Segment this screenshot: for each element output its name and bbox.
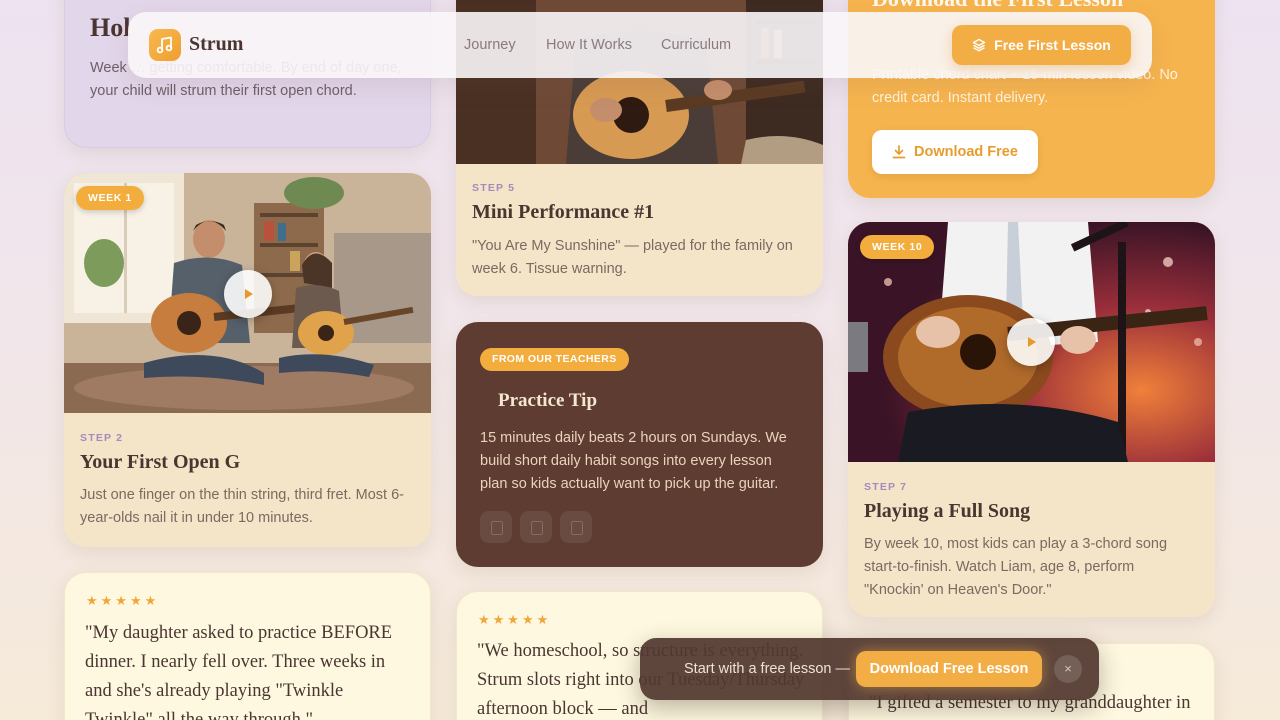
step-card-week10: WEEK 10 STEP 7 Playing a Full Song By we…	[848, 222, 1215, 617]
practice-tip-card: FROM OUR TEACHERS Practice Tip 15 minute…	[456, 322, 823, 567]
lesson-photo-stage-performance[interactable]: WEEK 10	[848, 222, 1215, 462]
testimonial-card: ★★★★★ "My daughter asked to practice BEF…	[64, 572, 431, 720]
music-note-icon	[156, 36, 173, 54]
step-card-body: STEP 7 Playing a Full Song By week 10, m…	[848, 462, 1215, 617]
rating-stars-icon: ★★★★★	[86, 593, 160, 608]
step-label: STEP 7	[864, 481, 908, 493]
step-label: STEP 2	[80, 432, 124, 444]
step-label: STEP 5	[472, 182, 516, 194]
tip-title: Practice Tip	[498, 390, 598, 411]
logo-text[interactable]: Strum	[189, 33, 243, 56]
close-icon[interactable]: ×	[1054, 655, 1082, 683]
download-free-label: Download Free	[914, 144, 1018, 160]
free-first-lesson-button[interactable]: Free First Lesson	[952, 25, 1131, 65]
layers-icon	[972, 38, 986, 52]
step-description: "You Are My Sunshine" — played for the f…	[472, 238, 793, 277]
step-card-week1: WEEK 1 STEP 2 Your First Open G Just one…	[64, 173, 431, 547]
tip-body: 15 minutes daily beats 2 hours on Sunday…	[480, 430, 787, 492]
step-card-body: STEP 5 Mini Performance #1 "You Are My S…	[456, 164, 823, 296]
week-badge: WEEK 10	[860, 235, 935, 259]
nav-link-how-it-works[interactable]: How It Works	[546, 37, 632, 53]
step-title: Mini Performance #1	[472, 201, 655, 223]
step-title: Your First Open G	[80, 451, 241, 473]
step-card-body: STEP 2 Your First Open G Just one finger…	[64, 413, 431, 547]
top-navbar: Strum Journey How It Works Curriculum Fr…	[128, 12, 1152, 78]
free-first-lesson-label: Free First Lesson	[994, 37, 1111, 53]
tip-icon-row	[480, 511, 592, 543]
download-free-button[interactable]: Download Free	[872, 130, 1038, 174]
rating-stars-icon: ★★★★★	[478, 612, 552, 627]
week-badge: WEEK 1	[76, 186, 144, 210]
step-description: Just one finger on the thin string, thir…	[80, 487, 404, 526]
placeholder-icon	[480, 511, 512, 543]
step-title: Playing a Full Song	[864, 500, 1031, 522]
play-icon[interactable]	[1007, 318, 1055, 366]
teacher-pill: FROM OUR TEACHERS	[480, 348, 629, 371]
sticky-cta-bar: Start with a free lesson — Download Free…	[640, 638, 1099, 700]
download-icon	[892, 145, 906, 159]
placeholder-icon	[520, 511, 552, 543]
lesson-photo-father-child[interactable]: WEEK 1	[64, 173, 431, 413]
download-free-lesson-button[interactable]: Download Free Lesson	[856, 651, 1042, 687]
sticky-text: Start with a free lesson —	[684, 661, 851, 677]
download-title: Download the First Lesson	[872, 0, 1123, 12]
nav-link-curriculum[interactable]: Curriculum	[661, 37, 731, 53]
step-description: By week 10, most kids can play a 3-chord…	[864, 536, 1168, 598]
nav-link-journey[interactable]: Journey	[464, 37, 516, 53]
intro-card-title: Hol	[90, 13, 131, 42]
play-icon[interactable]	[224, 270, 272, 318]
logo-mark[interactable]	[149, 29, 181, 61]
placeholder-icon	[560, 511, 592, 543]
testimonial-quote: "My daughter asked to practice BEFORE di…	[85, 623, 393, 720]
